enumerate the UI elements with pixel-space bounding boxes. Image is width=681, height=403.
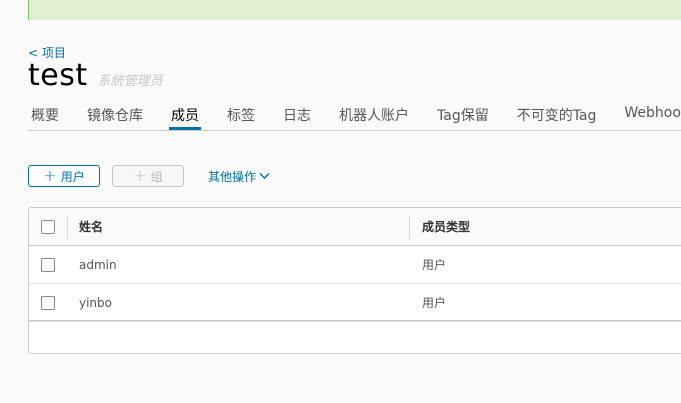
chevron-down-icon — [259, 173, 270, 179]
page-title: test — [28, 58, 88, 93]
plus-icon: + — [43, 166, 57, 185]
more-actions-label: 其他操作 — [208, 169, 257, 184]
tab-logs[interactable]: 日志 — [283, 100, 311, 129]
user-role-label: 系统管理员 — [97, 74, 163, 89]
project-tabs: 概要 镜像仓库 成员 标签 日志 机器人账户 Tag保留 不可变的Tag Web… — [28, 100, 681, 131]
tab-tag-retention[interactable]: Tag保留 — [437, 100, 489, 129]
table-row: yinbo 用户 — [29, 284, 681, 322]
more-actions-dropdown[interactable]: 其他操作 — [208, 168, 270, 185]
member-type: 用户 — [422, 258, 447, 272]
table-row: admin 用户 — [29, 246, 681, 284]
tab-members[interactable]: 成员 — [169, 100, 201, 130]
members-table: 姓名 成员类型 admin 用户 yinbo 用户 — [28, 207, 681, 354]
tab-robot-accounts[interactable]: 机器人账户 — [339, 100, 409, 129]
column-divider — [67, 214, 68, 239]
tab-summary[interactable]: 概要 — [31, 100, 59, 129]
notification-banner — [28, 0, 681, 20]
select-all-checkbox[interactable] — [41, 219, 55, 234]
column-divider — [409, 214, 410, 239]
tab-immutable-tags[interactable]: 不可变的Tag — [517, 100, 597, 129]
add-user-button[interactable]: + 用户 — [28, 165, 100, 187]
tab-webhooks[interactable]: Webhooks — [624, 100, 681, 129]
add-group-button[interactable]: + 组 — [112, 165, 184, 187]
table-footer-divider — [29, 320, 681, 321]
member-name: yinbo — [79, 295, 112, 310]
row-checkbox[interactable] — [41, 257, 55, 272]
tab-repositories[interactable]: 镜像仓库 — [87, 100, 143, 129]
column-header-member-type[interactable]: 成员类型 — [422, 218, 470, 235]
page-header: test 系统管理员 — [28, 58, 163, 93]
tab-labels[interactable]: 标签 — [227, 100, 255, 129]
member-name: admin — [79, 257, 117, 272]
table-header-row: 姓名 成员类型 — [29, 208, 681, 246]
column-header-name[interactable]: 姓名 — [79, 218, 103, 235]
add-user-label: 用户 — [60, 169, 85, 184]
plus-icon: + — [133, 166, 147, 185]
add-group-label: 组 — [150, 169, 163, 184]
member-type: 用户 — [422, 296, 447, 310]
row-checkbox[interactable] — [41, 295, 55, 310]
members-toolbar: + 用户 + 组 其他操作 — [28, 165, 270, 187]
